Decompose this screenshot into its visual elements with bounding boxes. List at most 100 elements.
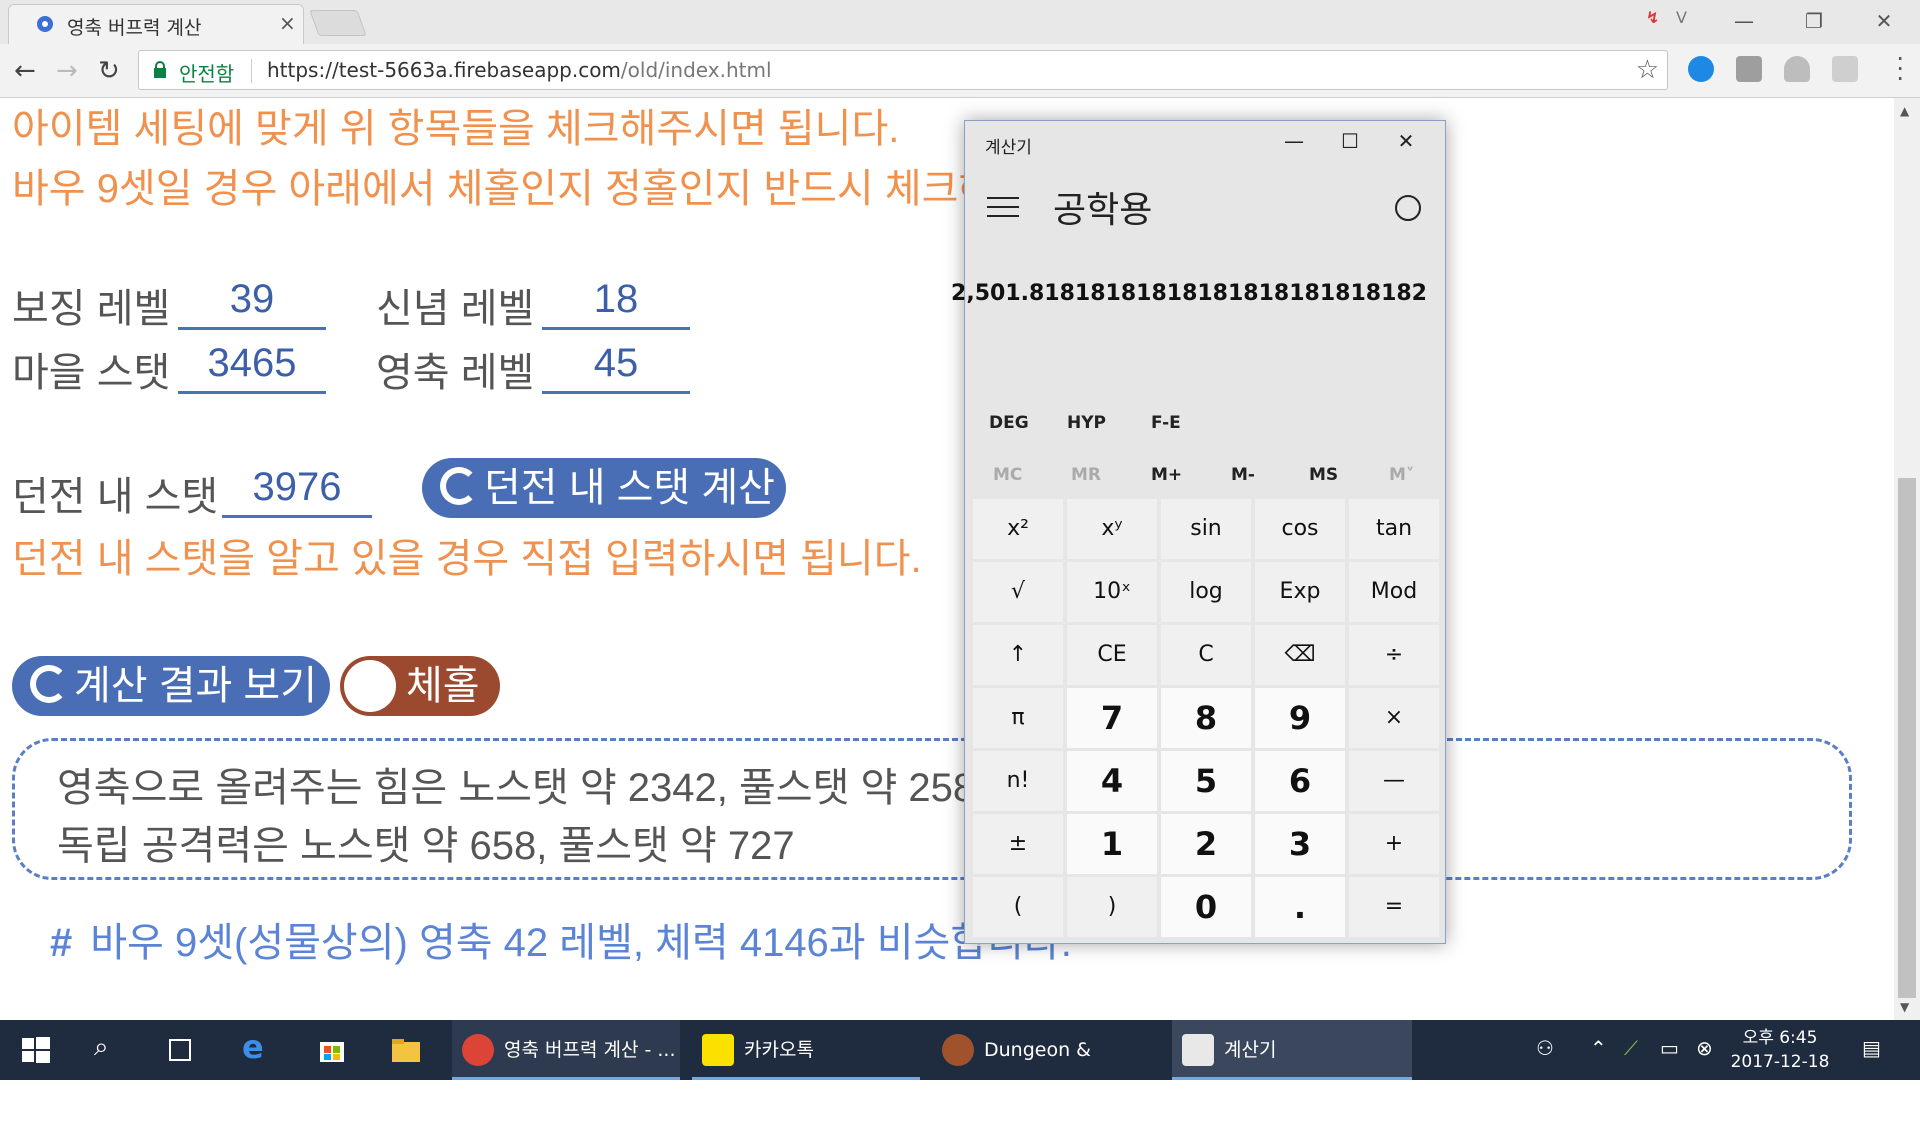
calc-key[interactable]: CE (1067, 625, 1157, 685)
calc-key[interactable]: . (1255, 877, 1345, 937)
dungeon-stat-calc-button[interactable]: 던전 내 스탯 계산 (422, 458, 786, 518)
calc-key[interactable]: π (973, 688, 1063, 748)
calc-key[interactable]: tan (1349, 499, 1439, 559)
calc-key[interactable]: 8 (1161, 688, 1251, 748)
tray-app-icon[interactable]: ⟋ (1624, 1036, 1638, 1060)
extension-icon[interactable]: ↯ (1646, 8, 1659, 27)
calc-key[interactable]: xʸ (1067, 499, 1157, 559)
tab-close-icon[interactable]: × (279, 11, 296, 35)
url-text[interactable]: https://test-5663a.firebaseapp.com/old/i… (267, 58, 772, 82)
hamburger-menu-icon[interactable] (987, 197, 1019, 224)
calc-key[interactable]: Mod (1349, 562, 1439, 622)
reload-icon[interactable]: ↻ (98, 56, 120, 86)
tab-active[interactable]: 영축 버프력 계산 × (8, 4, 304, 44)
fe-toggle[interactable]: F-E (1151, 413, 1181, 433)
memory-add-button[interactable]: M+ (1151, 465, 1182, 485)
calc-key[interactable]: 5 (1161, 751, 1251, 811)
taskbar-app-calculator[interactable]: 계산기 (1172, 1020, 1412, 1080)
calc-key[interactable]: × (1349, 688, 1439, 748)
search-icon[interactable]: ⌕ (94, 1032, 109, 1063)
extension-icon[interactable]: V (1676, 8, 1687, 27)
calc-maximize-button[interactable]: ☐ (1325, 127, 1375, 155)
deg-toggle[interactable]: DEG (989, 413, 1029, 433)
file-explorer-icon[interactable] (390, 1034, 422, 1066)
taskbar-app-chrome[interactable]: 영축 버프력 계산 - ... (452, 1020, 680, 1080)
taskbar-app-label: 카카오톡 (744, 1039, 814, 1061)
forward-arrow-icon[interactable]: → (56, 56, 78, 86)
calc-key[interactable]: = (1349, 877, 1439, 937)
calc-key[interactable]: ↑ (973, 625, 1063, 685)
calc-key[interactable]: √ (973, 562, 1063, 622)
download-extension-icon[interactable] (1688, 56, 1714, 82)
battery-icon[interactable]: ▭ (1660, 1036, 1679, 1060)
calc-minimize-button[interactable]: — (1269, 127, 1319, 155)
calc-key[interactable]: ( (973, 877, 1063, 937)
dungeon-stat-input[interactable]: 3976 (222, 456, 372, 518)
calc-key[interactable]: ÷ (1349, 625, 1439, 685)
calc-key[interactable]: ± (973, 814, 1063, 874)
history-icon[interactable] (1395, 195, 1421, 221)
close-window-button[interactable]: ✕ (1856, 6, 1912, 36)
calc-key[interactable]: ⌫ (1255, 625, 1345, 685)
calc-key[interactable]: 6 (1255, 751, 1345, 811)
memory-clear-button[interactable]: MC (993, 465, 1022, 485)
calc-key[interactable]: Exp (1255, 562, 1345, 622)
show-result-button[interactable]: 계산 결과 보기 (12, 656, 330, 716)
task-view-icon[interactable] (164, 1034, 196, 1066)
calc-key[interactable]: cos (1255, 499, 1345, 559)
browser-menu-icon[interactable]: · · · (1896, 47, 1904, 91)
scrollbar-thumb[interactable] (1898, 478, 1916, 998)
chevron-up-icon[interactable]: ⌃ (1590, 1036, 1607, 1060)
memory-recall-button[interactable]: MR (1071, 465, 1101, 485)
bojing-level-input[interactable]: 39 (178, 268, 326, 330)
edge-browser-icon[interactable]: e (242, 1028, 264, 1066)
taskbar-app-dnf[interactable]: Dungeon & Fighter (932, 1020, 1160, 1121)
calc-key[interactable]: 4 (1067, 751, 1157, 811)
scroll-down-arrow-icon[interactable]: ▼ (1900, 1000, 1909, 1014)
store-icon[interactable] (316, 1034, 348, 1066)
action-center-icon[interactable]: ▤ (1862, 1036, 1881, 1060)
scroll-up-arrow-icon[interactable]: ▲ (1900, 104, 1909, 118)
windows-start-icon[interactable] (20, 1034, 52, 1066)
volume-muted-icon[interactable]: ⊗ (1696, 1036, 1713, 1060)
calc-key[interactable]: n! (973, 751, 1063, 811)
new-tab-button[interactable] (309, 10, 367, 36)
minimize-button[interactable]: — (1716, 6, 1772, 36)
hyp-toggle[interactable]: HYP (1067, 413, 1106, 433)
calc-key[interactable]: ) (1067, 877, 1157, 937)
calc-key[interactable]: 10ˣ (1067, 562, 1157, 622)
tab-strip: 영축 버프력 계산 × ↯ V — ❐ ✕ (0, 0, 1920, 44)
yeongchuk-level-input[interactable]: 45 (542, 332, 690, 394)
calc-key[interactable]: x² (973, 499, 1063, 559)
calc-key[interactable]: 7 (1067, 688, 1157, 748)
intro-line-2: 바우 9셋일 경우 아래에서 체홀인지 정홀인지 반드시 체크해 (12, 167, 996, 211)
calc-key[interactable]: sin (1161, 499, 1251, 559)
town-stat-input[interactable]: 3465 (178, 332, 326, 394)
bookmark-star-icon[interactable]: ☆ (1636, 55, 1659, 85)
calc-key[interactable]: 2 (1161, 814, 1251, 874)
calc-key[interactable]: log (1161, 562, 1251, 622)
page-scrollbar[interactable]: ▲ ▼ (1894, 98, 1920, 1020)
calc-key[interactable]: 3 (1255, 814, 1345, 874)
calc-close-button[interactable]: ✕ (1381, 127, 1431, 155)
cast-extension-icon[interactable] (1832, 56, 1858, 82)
people-icon[interactable]: ⚇ (1536, 1036, 1554, 1060)
memory-list-button[interactable]: M˅ (1389, 465, 1414, 485)
calc-key[interactable]: + (1349, 814, 1439, 874)
memory-store-button[interactable]: MS (1309, 465, 1338, 485)
faith-level-input[interactable]: 18 (542, 268, 690, 330)
taskbar-app-kakaotalk[interactable]: 카카오톡 (692, 1020, 920, 1080)
restore-button[interactable]: ❐ (1786, 6, 1842, 36)
system-clock[interactable]: 오후 6:45 2017-12-18 (1720, 1026, 1840, 1074)
calc-key[interactable]: 0 (1161, 877, 1251, 937)
calc-key[interactable]: 9 (1255, 688, 1345, 748)
calc-key[interactable]: — (1349, 751, 1439, 811)
chehol-toggle[interactable]: 체홀 (340, 656, 500, 716)
calc-key[interactable]: 1 (1067, 814, 1157, 874)
translate-extension-icon[interactable] (1736, 56, 1762, 82)
address-bar[interactable]: 안전함 https://test-5663a.firebaseapp.com/o… (138, 50, 1668, 90)
drive-extension-icon[interactable] (1784, 56, 1810, 82)
memory-subtract-button[interactable]: M- (1231, 465, 1255, 485)
back-arrow-icon[interactable]: ← (14, 56, 36, 86)
calc-key[interactable]: C (1161, 625, 1251, 685)
